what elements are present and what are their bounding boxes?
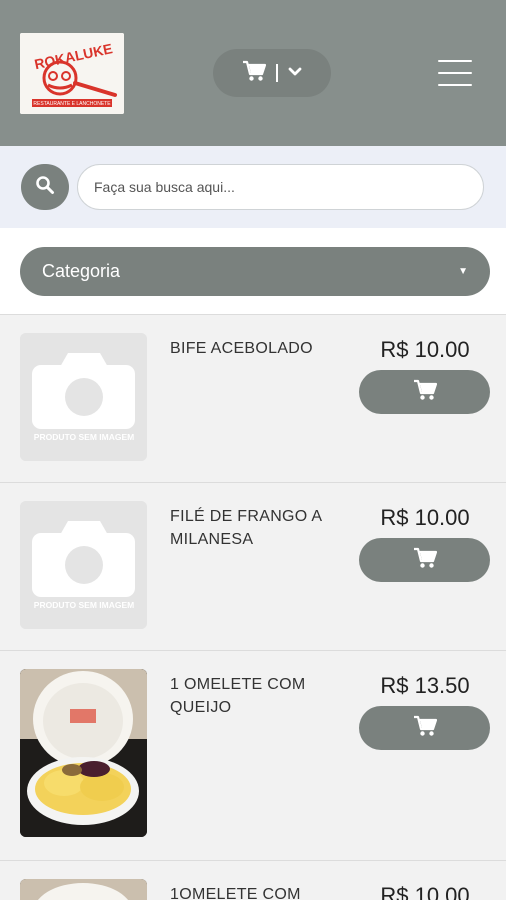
product-image-placeholder: PRODUTO SEM IMAGEM	[20, 501, 147, 629]
search-icon	[35, 175, 55, 200]
placeholder-caption: PRODUTO SEM IMAGEM	[34, 600, 134, 610]
search-button[interactable]	[21, 164, 69, 210]
product-photo	[20, 669, 147, 837]
product-image-placeholder: PRODUTO SEM IMAGEM	[20, 333, 147, 461]
cart-icon	[242, 60, 267, 87]
cart-icon	[413, 715, 437, 742]
caret-down-icon: ▼	[458, 266, 468, 277]
add-to-cart-button[interactable]	[359, 538, 490, 582]
product-name: 1 OMELETE COM QUEIJO	[170, 676, 306, 716]
product-card[interactable]: PRODUTO SEM IMAGEM BIFE ACEBOLADO R$ 10.…	[0, 314, 506, 482]
product-photo	[20, 879, 147, 900]
product-price: R$ 13.50	[380, 673, 470, 698]
brand-tagline: RESTAURANTE E LANCHONETE	[33, 101, 111, 107]
category-label: Categoria	[42, 261, 121, 281]
placeholder-caption: PRODUTO SEM IMAGEM	[34, 432, 134, 442]
menu-icon[interactable]	[438, 60, 472, 86]
divider	[276, 64, 278, 82]
add-to-cart-button[interactable]	[359, 706, 490, 750]
category-select[interactable]: Categoria ▼	[20, 247, 490, 296]
product-price: R$ 10.00	[380, 505, 470, 530]
product-name: FILÉ DE FRANGO A MILANESA	[170, 508, 322, 548]
product-name: BIFE ACEBOLADO	[170, 340, 313, 357]
product-name: 1OMELETE COM	[170, 886, 301, 900]
add-to-cart-button[interactable]	[359, 370, 490, 414]
cart-icon	[413, 547, 437, 574]
cart-dropdown-button[interactable]	[213, 49, 331, 97]
search-input[interactable]	[77, 164, 484, 210]
app-header: ROKALUKE RESTAURANTE E LANCHONETE	[0, 0, 506, 146]
product-price: R$ 10.00	[380, 883, 470, 900]
brand-logo[interactable]: ROKALUKE RESTAURANTE E LANCHONETE	[20, 33, 124, 114]
product-price: R$ 10.00	[380, 337, 470, 362]
product-card[interactable]: 1 OMELETE COM QUEIJO R$ 13.50	[0, 650, 506, 858]
product-card[interactable]: 1OMELETE COM R$ 10.00	[0, 860, 506, 900]
chevron-down-icon	[288, 64, 302, 82]
cart-icon	[413, 379, 437, 406]
product-card[interactable]: PRODUTO SEM IMAGEM FILÉ DE FRANGO A MILA…	[0, 482, 506, 650]
